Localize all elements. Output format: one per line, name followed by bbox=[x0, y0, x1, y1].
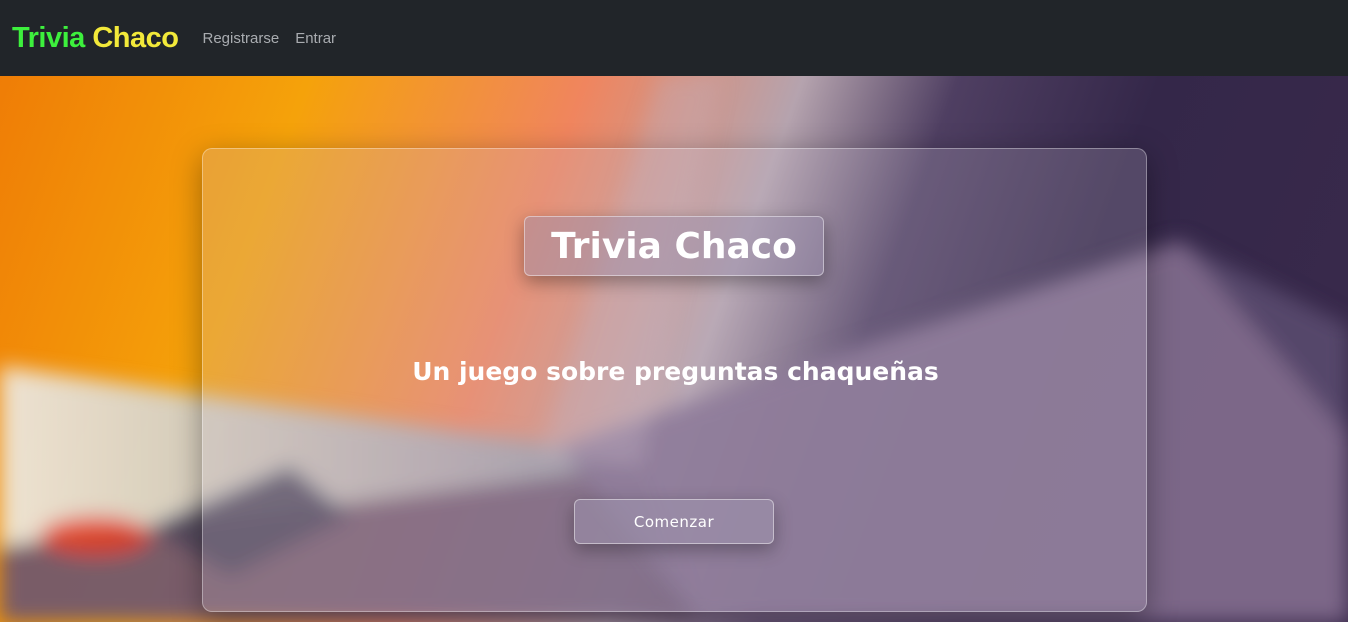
page-title: Trivia Chaco bbox=[551, 225, 797, 267]
title-box: Trivia Chaco bbox=[524, 216, 824, 276]
hero-section: Trivia Chaco Un juego sobre preguntas ch… bbox=[0, 76, 1348, 622]
brand-word-trivia: Trivia bbox=[12, 21, 85, 54]
nav-link-register[interactable]: Registrarse bbox=[202, 30, 279, 47]
nav-link-login[interactable]: Entrar bbox=[295, 30, 336, 47]
top-navbar: Trivia Chaco Registrarse Entrar bbox=[0, 0, 1348, 76]
welcome-card: Trivia Chaco Un juego sobre preguntas ch… bbox=[202, 148, 1147, 612]
brand-word-chaco: Chaco bbox=[92, 21, 179, 54]
brand-logo-link[interactable]: Trivia Chaco bbox=[12, 21, 179, 55]
start-button[interactable]: Comenzar bbox=[574, 499, 774, 544]
page-subtitle: Un juego sobre preguntas chaqueñas bbox=[412, 357, 939, 386]
